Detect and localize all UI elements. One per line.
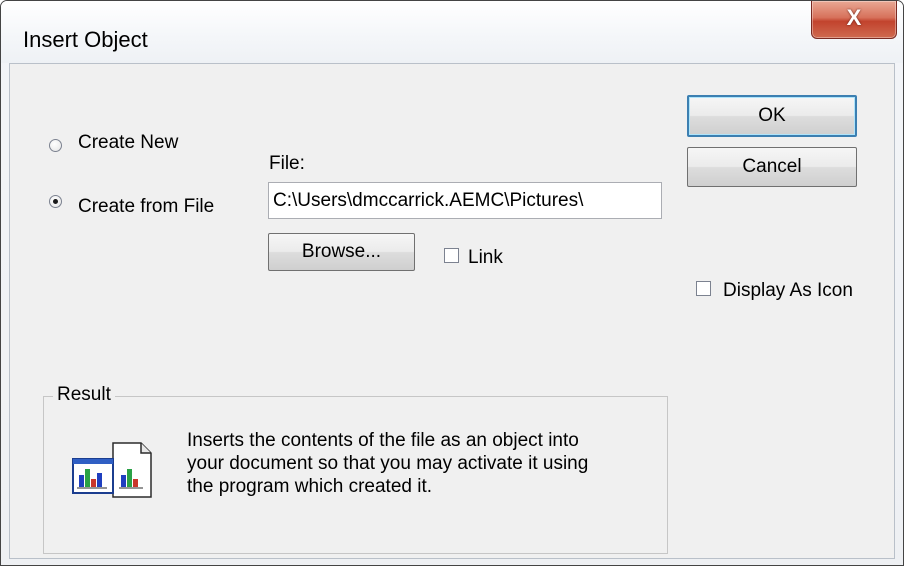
dialog-title: Insert Object: [23, 27, 148, 52]
cancel-button[interactable]: Cancel: [687, 147, 857, 187]
display-as-icon-label[interactable]: Display As Icon: [723, 280, 853, 302]
radio-selected-dot: [53, 199, 58, 204]
create-new-radio[interactable]: [49, 139, 62, 152]
link-checkbox[interactable]: [444, 248, 459, 263]
result-line: Inserts the contents of the file as an o…: [187, 430, 579, 451]
title-bar[interactable]: Insert Object X: [1, 1, 903, 63]
create-new-label[interactable]: Create New: [78, 132, 178, 154]
file-path-input[interactable]: C:\Users\dmccarrick.AEMC\Pictures\: [268, 182, 662, 219]
result-description: Inserts the contents of the file as an o…: [187, 429, 657, 498]
close-button[interactable]: X: [811, 1, 897, 39]
file-label: File:: [269, 153, 305, 174]
insert-object-dialog: Insert Object X Create New Create from F…: [0, 0, 904, 566]
browse-button[interactable]: Browse...: [268, 233, 415, 271]
insert-file-object-icon: [72, 442, 152, 498]
close-icon: X: [846, 5, 862, 30]
result-group-label: Result: [53, 384, 115, 406]
result-line: your document so that you may activate i…: [187, 453, 589, 474]
create-from-file-radio[interactable]: [49, 195, 62, 208]
display-as-icon-checkbox[interactable]: [696, 281, 711, 296]
create-from-file-label[interactable]: Create from File: [78, 196, 214, 218]
result-line: the program which created it.: [187, 476, 433, 497]
link-label[interactable]: Link: [468, 247, 503, 269]
ok-button[interactable]: OK: [687, 95, 857, 137]
